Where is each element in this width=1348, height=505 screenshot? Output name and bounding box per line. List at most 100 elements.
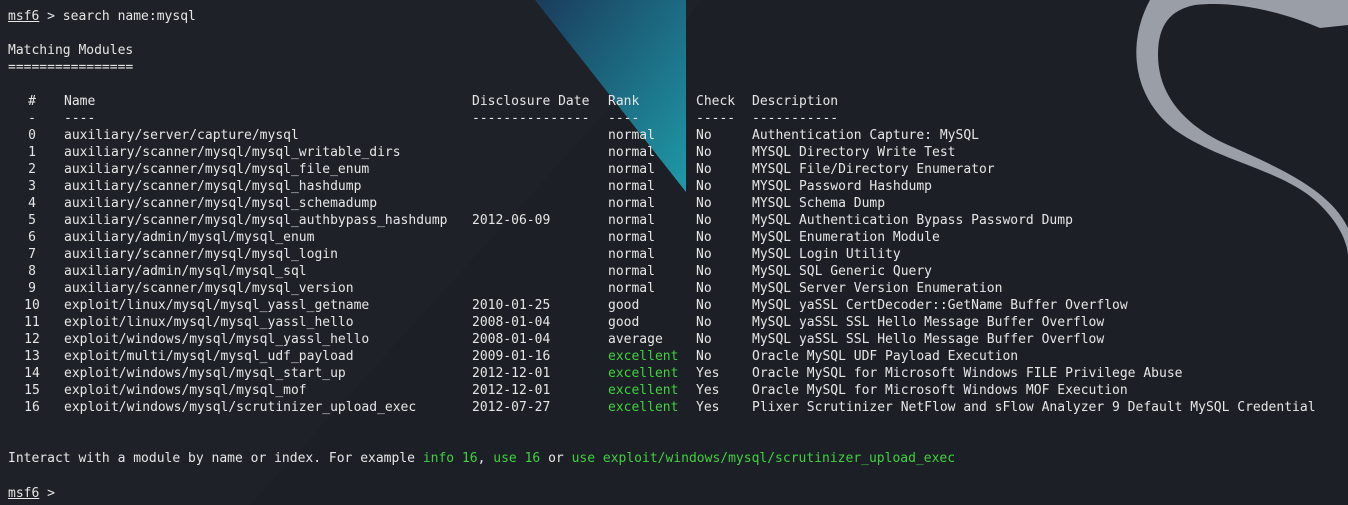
cell-rank: excellent [608, 366, 679, 381]
cell-check: Yes [696, 383, 720, 398]
cell-num: 15 [24, 383, 40, 398]
cell-check: No [696, 230, 712, 245]
cell-desc: Authentication Capture: MySQL [752, 128, 979, 143]
cell-name: auxiliary/server/capture/mysql [64, 128, 299, 143]
cell-desc: MySQL Enumeration Module [752, 230, 940, 245]
cell-num: 16 [24, 400, 40, 415]
prompt-arrow: > [39, 9, 55, 24]
cell-check: No [696, 247, 712, 262]
cell-num: 3 [28, 179, 36, 194]
footer-sep: , [477, 451, 494, 466]
cell-num: 11 [24, 315, 40, 330]
cell-rank: good [608, 298, 640, 313]
cell-check: Yes [696, 400, 720, 415]
cell-name: auxiliary/admin/mysql/mysql_enum [64, 230, 315, 245]
cell-check: No [696, 162, 712, 177]
table-divider-num: - [28, 111, 36, 126]
cell-desc: MYSQL Schema Dump [752, 196, 886, 211]
cell-name: auxiliary/scanner/mysql/mysql_authbypass… [64, 213, 448, 228]
cell-check: Yes [696, 366, 720, 381]
footer-hint: Interact with a module by name or index.… [8, 450, 955, 467]
cell-num: 14 [24, 366, 40, 381]
cell-desc: Plixer Scrutinizer NetFlow and sFlow Ana… [752, 400, 1316, 415]
cell-date: 2012-06-09 [472, 213, 551, 228]
cell-date: 2012-12-01 [472, 366, 551, 381]
cell-name: exploit/linux/mysql/mysql_yassl_hello [64, 315, 354, 330]
cell-rank: normal [608, 145, 655, 160]
cell-check: No [696, 213, 712, 228]
prompt-arrow: > [39, 486, 55, 501]
cell-rank: average [608, 332, 663, 347]
cell-num: 0 [28, 128, 36, 143]
cell-num: 9 [28, 281, 36, 296]
section-title: Matching Modules [8, 43, 134, 58]
cell-rank: excellent [608, 383, 679, 398]
cell-rank: excellent [608, 349, 679, 364]
cell-check: No [696, 179, 712, 194]
cell-name: auxiliary/scanner/mysql/mysql_login [64, 247, 338, 262]
cell-check: No [696, 349, 712, 364]
cell-name: auxiliary/scanner/mysql/mysql_schemadump [64, 196, 378, 211]
cell-num: 5 [28, 213, 36, 228]
cell-name: exploit/windows/mysql/mysql_start_up [64, 366, 346, 381]
table-divider-name: ---- [64, 111, 96, 126]
footer-text: Interact with a module by name or index.… [8, 451, 423, 466]
cell-name: auxiliary/scanner/mysql/mysql_version [64, 281, 354, 296]
cell-date: 2010-01-25 [472, 298, 551, 313]
table-header-num: # [28, 94, 36, 109]
table-header-name: Name [64, 94, 96, 109]
table-header-desc: Description [752, 94, 839, 109]
footer-sep: or [540, 451, 572, 466]
footer-cmd-use-index: use 16 [493, 451, 541, 466]
cell-name: exploit/linux/mysql/mysql_yassl_getname [64, 298, 370, 313]
cell-date: 2012-12-01 [472, 383, 551, 398]
cell-check: No [696, 264, 712, 279]
cell-name: auxiliary/scanner/mysql/mysql_file_enum [64, 162, 370, 177]
cell-rank: excellent [608, 400, 679, 415]
cell-desc: MYSQL Directory Write Test [752, 145, 956, 160]
cell-desc: MySQL Login Utility [752, 247, 901, 262]
cell-date: 2009-01-16 [472, 349, 551, 364]
cell-rank: normal [608, 264, 655, 279]
cell-rank: normal [608, 162, 655, 177]
cell-name: exploit/windows/mysql/mysql_yassl_hello [64, 332, 370, 347]
cell-rank: good [608, 315, 640, 330]
cell-num: 4 [28, 196, 36, 211]
cell-name: auxiliary/scanner/mysql/mysql_writable_d… [64, 145, 401, 160]
cell-rank: normal [608, 230, 655, 245]
cell-desc: MySQL yaSSL SSL Hello Message Buffer Ove… [752, 332, 1105, 347]
cell-check: No [696, 196, 712, 211]
footer-cmd-info: info 16 [422, 451, 478, 466]
cell-rank: normal [608, 247, 655, 262]
cell-num: 8 [28, 264, 36, 279]
cell-name: exploit/multi/mysql/mysql_udf_payload [64, 349, 354, 364]
cell-num: 2 [28, 162, 36, 177]
cell-desc: Oracle MySQL for Microsoft Windows MOF E… [752, 383, 1128, 398]
prompt-name: msf6 [8, 486, 40, 501]
cell-date: 2008-01-04 [472, 315, 551, 330]
cell-desc: MYSQL Password Hashdump [752, 179, 933, 194]
cell-date: 2012-07-27 [472, 400, 551, 415]
table-header-check: Check [696, 94, 736, 109]
table-header-date: Disclosure Date [472, 94, 590, 109]
kali-dragon-icon [1136, 0, 1348, 255]
cell-check: No [696, 315, 712, 330]
prompt-line[interactable]: msf6 > [8, 485, 55, 502]
cell-rank: normal [608, 213, 655, 228]
cell-num: 6 [28, 230, 36, 245]
cell-desc: MySQL yaSSL CertDecoder::GetName Buffer … [752, 298, 1128, 313]
cell-desc: MySQL Authentication Bypass Password Dum… [752, 213, 1073, 228]
cell-rank: normal [608, 179, 655, 194]
cell-check: No [696, 332, 712, 347]
cell-name: exploit/windows/mysql/scrutinizer_upload… [64, 400, 417, 415]
cell-num: 1 [28, 145, 36, 160]
footer-cmd-use-name: use exploit/windows/mysql/scrutinizer_up… [571, 451, 956, 466]
cell-check: No [696, 281, 712, 296]
cell-num: 10 [24, 298, 40, 313]
table-divider-desc: ----------- [752, 111, 839, 126]
cell-check: No [696, 128, 712, 143]
cell-desc: Oracle MySQL UDF Payload Execution [752, 349, 1019, 364]
cell-desc: MySQL SQL Generic Query [752, 264, 933, 279]
cell-rank: normal [608, 281, 655, 296]
cell-desc: MySQL Server Version Enumeration [752, 281, 1003, 296]
